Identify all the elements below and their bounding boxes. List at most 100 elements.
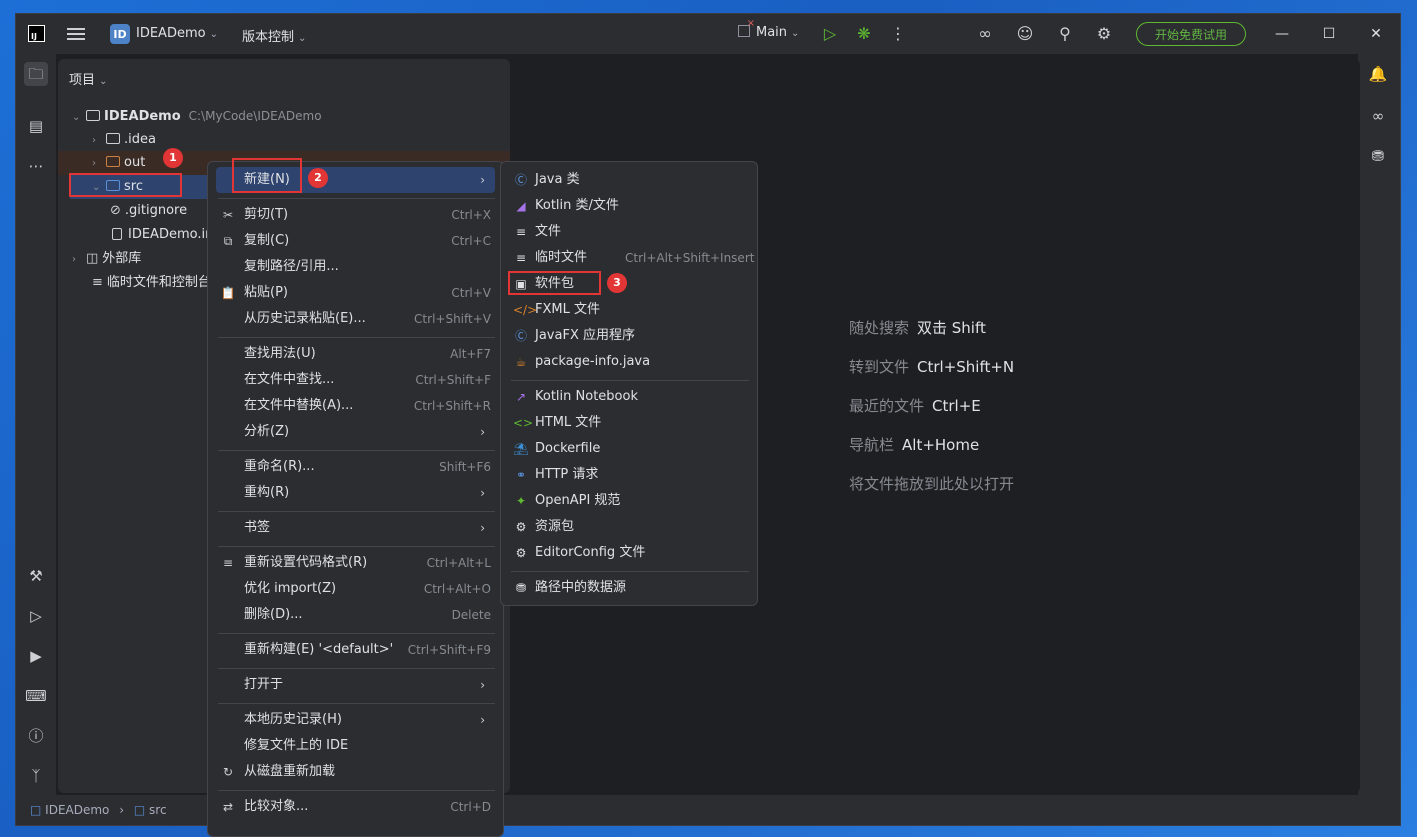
submenu-item-openapi[interactable]: ✦ OpenAPI 规范 <box>509 488 749 514</box>
submenu-item-http-request[interactable]: ⚭ HTTP 请求 <box>509 462 749 488</box>
search-icon[interactable]: ⚲ <box>1055 24 1075 44</box>
add-user-icon[interactable]: ☺ <box>1015 24 1035 44</box>
menu-item-reformat[interactable]: ≡ 重新设置代码格式(R) Ctrl+Alt+L <box>216 550 495 576</box>
more-actions-icon[interactable]: ⋮ <box>888 24 908 44</box>
menu-item-paste[interactable]: 📋 粘贴(P) Ctrl+V <box>216 280 495 306</box>
menu-item-local-history[interactable]: 本地历史记录(H) › <box>216 707 495 733</box>
collapse-arrow-icon[interactable]: › <box>72 249 86 271</box>
hint-key: Ctrl+E <box>932 397 981 415</box>
submenu-item-javafx[interactable]: Ⓒ JavaFX 应用程序 <box>509 323 749 349</box>
tree-item-out[interactable]: › out <box>92 152 145 174</box>
project-panel-title[interactable]: 项目 ⌄ <box>69 69 107 88</box>
right-tool-strip: 🔔 ∞ ⛃ <box>1358 54 1400 825</box>
chevron-right-icon: › <box>480 486 485 500</box>
maximize-icon[interactable]: ☐ <box>1319 24 1339 44</box>
submenu-separator <box>511 571 749 572</box>
tree-label: .idea <box>124 132 156 147</box>
debug-icon[interactable]: ❋ <box>854 24 874 44</box>
tree-root[interactable]: ⌄ IDEADemo C:\MyCode\IDEADemo <box>72 105 322 127</box>
submenu-label: Java 类 <box>535 172 580 187</box>
menu-item-rebuild[interactable]: 重新构建(E) '<default>' Ctrl+Shift+F9 <box>216 637 495 663</box>
submenu-item-editorconfig[interactable]: ⚙ EditorConfig 文件 <box>509 540 749 566</box>
menu-item-reload-from-disk[interactable]: ↻ 从磁盘重新加载 <box>216 759 495 785</box>
menu-shortcut: Delete <box>451 608 491 622</box>
tree-item-iml[interactable]: IDEADemo.iml <box>112 224 221 246</box>
build-hammer-icon[interactable]: ⚒ <box>24 564 48 588</box>
ai-chat-icon[interactable]: ∞ <box>1366 104 1390 128</box>
chevron-right-icon: › <box>480 425 485 439</box>
tree-item-scratches[interactable]: ≡ 临时文件和控制台 <box>92 272 211 294</box>
ai-assistant-icon[interactable]: ∞ <box>975 24 995 44</box>
tree-item-gitignore[interactable]: ⊘ .gitignore <box>110 200 187 222</box>
run-config-selector[interactable]: Main⌄ <box>738 18 799 40</box>
collapse-arrow-icon[interactable]: › <box>92 153 106 175</box>
submenu-item-data-source[interactable]: ⛃ 路径中的数据源 <box>509 575 749 601</box>
settings-gear-icon[interactable]: ⚙ <box>1094 24 1114 44</box>
terminal-icon[interactable]: ⌨ <box>24 684 48 708</box>
menu-item-replace-in-files[interactable]: 在文件中替换(A)... Ctrl+Shift+R <box>216 393 495 419</box>
menu-item-repair-ide[interactable]: 修复文件上的 IDE <box>216 733 495 759</box>
menu-label: 从磁盘重新加载 <box>244 764 336 779</box>
submenu-item-resource-bundle[interactable]: ⚙ 资源包 <box>509 514 749 540</box>
submenu-item-package-info[interactable]: ☕ package-info.java <box>509 349 749 375</box>
breadcrumb-item[interactable]: src <box>149 803 167 817</box>
new-submenu: Ⓒ Java 类 ◢ Kotlin 类/文件 ≡ 文件 ≡ 临时文件 Ctrl+Alt+S… <box>500 161 758 606</box>
submenu-item-scratch[interactable]: ≡ 临时文件 Ctrl+Alt+Shift+Insert <box>509 245 755 271</box>
project-tool-folder-icon[interactable]: 🗀 <box>24 62 48 86</box>
database-icon[interactable]: ⛃ <box>1366 144 1390 168</box>
collapse-arrow-icon[interactable]: › <box>92 130 106 152</box>
menu-item-rename[interactable]: 重命名(R)... Shift+F6 <box>216 454 495 480</box>
hint-label: 最近的文件 <box>849 397 925 415</box>
breadcrumb-item[interactable]: IDEADemo <box>45 803 109 817</box>
paste-clipboard-icon: 📋 <box>220 286 236 300</box>
menu-item-cut[interactable]: ✂ 剪切(T) Ctrl+X <box>216 202 495 228</box>
project-badge[interactable]: ID <box>110 24 130 44</box>
menu-item-delete[interactable]: 删除(D)... Delete <box>216 602 495 628</box>
html-tag-icon: <> <box>513 416 534 430</box>
git-branch-icon[interactable]: ᛉ <box>24 764 48 788</box>
vcs-menu[interactable]: 版本控制 ⌄ <box>242 26 306 45</box>
menu-item-copy-path[interactable]: 复制路径/引用... <box>216 254 495 280</box>
submenu-item-dockerfile[interactable]: ⛱ Dockerfile <box>509 436 749 462</box>
tree-item-external-libs[interactable]: › ◫ 外部库 <box>72 248 141 270</box>
close-icon[interactable]: ✕ <box>1366 24 1386 44</box>
structure-icon[interactable]: ▤ <box>24 114 48 138</box>
notifications-bell-icon[interactable]: 🔔 <box>1366 62 1390 86</box>
menu-item-paste-history[interactable]: 从历史记录粘贴(E)... Ctrl+Shift+V <box>216 306 495 332</box>
run-tool-icon[interactable]: ▷ <box>24 604 48 628</box>
intellij-logo-icon[interactable]: IJ <box>28 25 45 42</box>
services-icon[interactable]: ▶ <box>24 644 48 668</box>
problems-icon[interactable]: ⓘ <box>24 724 48 748</box>
main-menu-icon[interactable] <box>67 26 85 42</box>
submenu-item-file[interactable]: ≡ 文件 <box>509 219 749 245</box>
menu-item-compare-with[interactable]: ⇄ 比较对象... Ctrl+D <box>216 794 495 820</box>
menu-item-optimize-imports[interactable]: 优化 import(Z) Ctrl+Alt+O <box>216 576 495 602</box>
menu-item-copy[interactable]: ⧉ 复制(C) Ctrl+C <box>216 228 495 254</box>
expand-arrow-icon[interactable]: ⌄ <box>72 107 86 129</box>
start-free-trial-button[interactable]: 开始免费试用 <box>1136 22 1246 46</box>
submenu-label: FXML 文件 <box>535 302 600 317</box>
submenu-item-kotlin-notebook[interactable]: ↗ Kotlin Notebook <box>509 384 749 410</box>
submenu-item-html[interactable]: <> HTML 文件 <box>509 410 749 436</box>
minimize-icon[interactable]: — <box>1272 24 1292 44</box>
folder-icon: □ <box>133 803 146 817</box>
menu-item-analyze[interactable]: 分析(Z) › <box>216 419 495 445</box>
menu-item-refactor[interactable]: 重构(R) › <box>216 480 495 506</box>
chevron-right-icon: › <box>480 173 485 187</box>
submenu-label: OpenAPI 规范 <box>535 493 621 508</box>
run-config-icon <box>738 18 755 37</box>
scratch-file-icon: ≡ <box>515 251 527 265</box>
menu-item-open-in[interactable]: 打开于 › <box>216 672 495 698</box>
submenu-item-fxml[interactable]: </> FXML 文件 <box>509 297 749 323</box>
project-switcher[interactable]: IDEADemo ⌄ <box>136 26 218 41</box>
menu-item-bookmarks[interactable]: 书签 › <box>216 515 495 541</box>
submenu-item-java-class[interactable]: Ⓒ Java 类 <box>509 167 749 193</box>
menu-label: 比较对象... <box>244 799 309 814</box>
run-icon[interactable]: ▷ <box>820 24 840 44</box>
submenu-item-kotlin[interactable]: ◢ Kotlin 类/文件 <box>509 193 749 219</box>
tree-item-idea[interactable]: › .idea <box>92 129 156 151</box>
menu-item-find-usages[interactable]: 查找用法(U) Alt+F7 <box>216 341 495 367</box>
more-tools-icon[interactable]: ⋯ <box>24 154 48 178</box>
menu-shortcut: Shift+F6 <box>439 460 491 474</box>
menu-item-find-in-files[interactable]: 在文件中查找... Ctrl+Shift+F <box>216 367 495 393</box>
